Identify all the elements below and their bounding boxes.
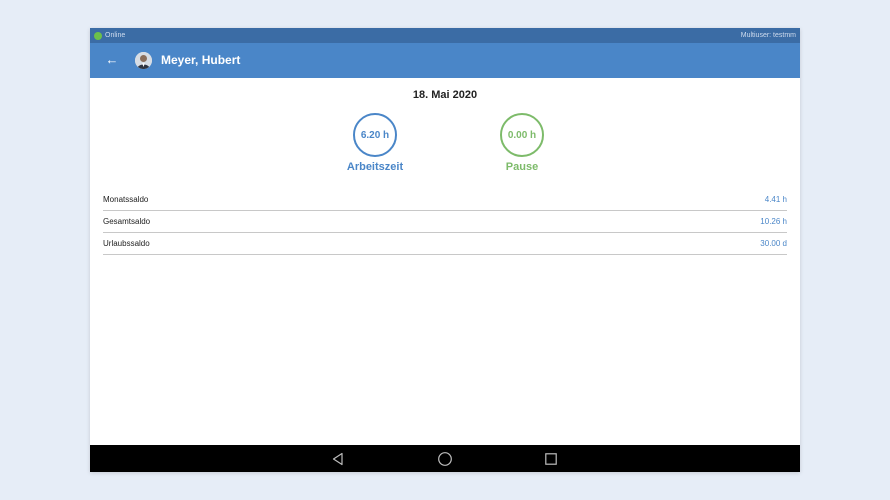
balance-label: Gesamtsaldo [103, 217, 151, 226]
work-time-ring: 6.20 h [353, 113, 397, 157]
balance-value: 4.41 h [764, 195, 787, 204]
home-circle-icon[interactable] [435, 449, 455, 469]
pause-value: 0.00 h [507, 129, 537, 141]
balance-row-monatssaldo: Monatssaldo 4.41 h [103, 189, 787, 211]
balance-row-urlaubssaldo: Urlaubssaldo 30.00 d [103, 233, 787, 255]
arrow-left-icon[interactable]: ← [104, 50, 120, 70]
pause-ring: 0.00 h [500, 113, 544, 157]
work-time-value: 6.20 h [360, 129, 390, 141]
user-info: Multiuser: testmm [740, 32, 796, 39]
balance-value: 10.26 h [760, 217, 787, 226]
pause-label: Pause [505, 161, 539, 173]
balance-list: Monatssaldo 4.41 h Gesamtsaldo 10.26 h U… [103, 189, 787, 255]
work-time-label: Arbeitszeit [346, 161, 404, 173]
user-name: Meyer, Hubert [161, 53, 241, 67]
online-status-icon [94, 31, 102, 40]
balance-row-gesamtsaldo: Gesamtsaldo 10.26 h [103, 211, 787, 233]
tablet-screen: Online Multiuser: testmm ← Meyer, Hubert… [90, 28, 800, 472]
recents-square-icon[interactable] [541, 449, 561, 469]
android-nav-bar [90, 445, 800, 472]
app-bar: ← Meyer, Hubert [90, 43, 800, 78]
date-title: 18. Mai 2020 [412, 89, 478, 101]
connection-status: Online [105, 32, 126, 39]
balance-value: 30.00 d [760, 239, 787, 248]
status-bar: Online Multiuser: testmm [90, 28, 800, 43]
balance-label: Urlaubssaldo [103, 239, 150, 248]
avatar [135, 52, 152, 69]
balance-label: Monatssaldo [103, 195, 149, 204]
back-triangle-icon[interactable] [328, 449, 348, 469]
